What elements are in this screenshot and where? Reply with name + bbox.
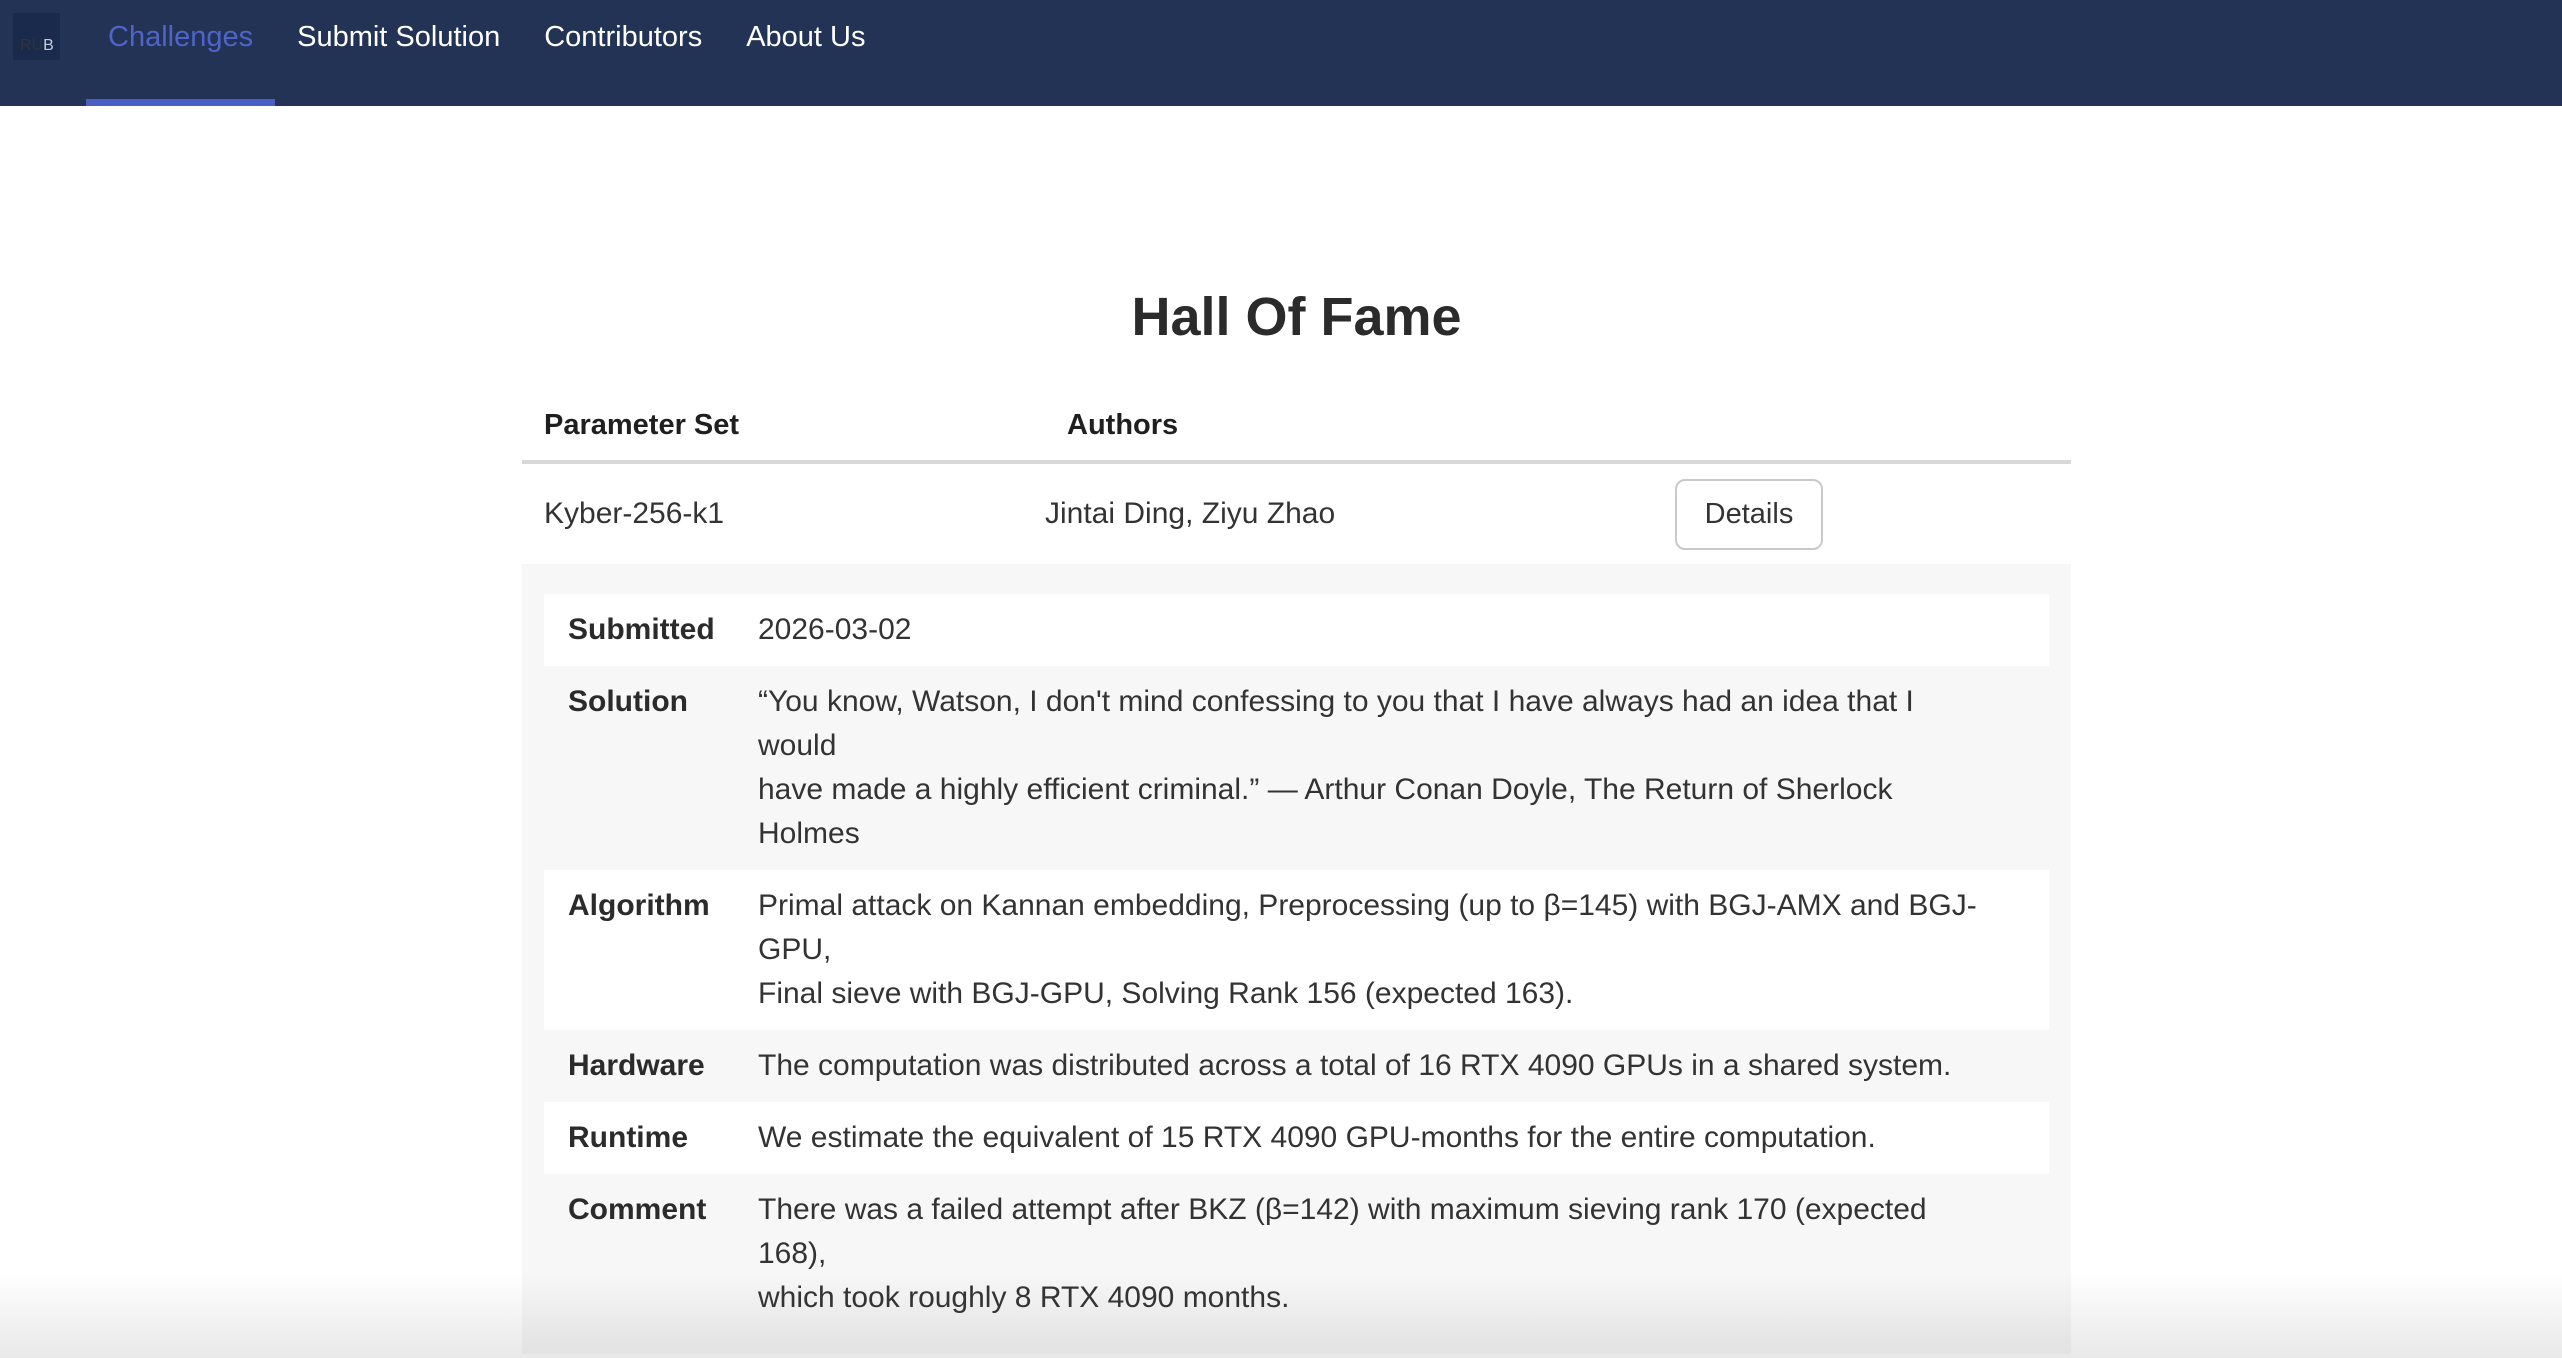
detail-row-runtime: Runtime We estimate the equivalent of 15… (544, 1102, 2049, 1174)
column-header-parameter-set: Parameter Set (522, 408, 1045, 462)
nav-tab-label: Submit Solution (297, 21, 500, 53)
table-row-kyber-208-k13: Kyber-208-k13 Jintai Ding, Ziyu Zhao Det… (522, 1354, 2071, 1358)
nav-tab-label: About Us (746, 21, 865, 53)
detail-value: 2026-03-02 (758, 608, 971, 652)
nav-tab-challenges[interactable]: Challenges (86, 14, 275, 106)
top-navigation-bar: RUB Challenges Submit Solution Contribut… (0, 0, 2562, 106)
detail-value: Primal attack on Kannan embedding, Prepr… (758, 884, 2049, 1016)
detail-row-comment: Comment There was a failed attempt after… (544, 1174, 2049, 1334)
detail-label: Submitted (568, 608, 758, 652)
rub-logo-text-light: B (43, 37, 54, 55)
nav-tab-contributors[interactable]: Contributors (522, 14, 724, 106)
details-button-kyber-256-k1[interactable]: Details (1675, 479, 1823, 550)
table-header-row: Parameter Set Authors (522, 408, 2071, 462)
parameter-set-cell: Kyber-208-k13 (522, 1354, 1045, 1358)
nav-tab-submit-solution[interactable]: Submit Solution (275, 14, 522, 106)
column-header-actions (1675, 408, 2071, 462)
detail-label: Solution (568, 680, 758, 856)
page-title: Hall Of Fame (522, 288, 2071, 346)
authors-cell: Jintai Ding, Ziyu Zhao (1045, 462, 1675, 564)
nav-tab-label: Challenges (108, 21, 253, 53)
detail-row-solution: Solution “You know, Watson, I don't mind… (544, 666, 2049, 870)
detail-label: Runtime (568, 1116, 758, 1160)
table-row-kyber-256-k1: Kyber-256-k1 Jintai Ding, Ziyu Zhao Deta… (522, 462, 2071, 564)
actions-cell: Details (1675, 1354, 2071, 1358)
detail-label: Hardware (568, 1044, 758, 1088)
parameter-set-cell: Kyber-256-k1 (522, 462, 1045, 564)
detail-value: The computation was distributed across a… (758, 1044, 2011, 1088)
detail-value: “You know, Watson, I don't mind confessi… (758, 680, 2049, 856)
hall-of-fame-table: Parameter Set Authors Kyber-256-k1 Jinta… (522, 408, 2071, 1358)
detail-label: Comment (568, 1188, 758, 1320)
column-header-authors: Authors (1045, 408, 1675, 462)
rub-logo-text-strong: RU (20, 37, 43, 55)
detail-value: We estimate the equivalent of 15 RTX 409… (758, 1116, 1936, 1160)
detail-row-hardware: Hardware The computation was distributed… (544, 1030, 2049, 1102)
nav-tab-label: Contributors (544, 21, 702, 53)
detail-row-algorithm: Algorithm Primal attack on Kannan embedd… (544, 870, 2049, 1030)
nav-tab-about-us[interactable]: About Us (724, 14, 887, 106)
detail-row-submitted: Submitted 2026-03-02 (544, 594, 2049, 666)
details-panel: Submitted 2026-03-02 Solution “You know,… (522, 564, 2071, 1354)
detail-label: Algorithm (568, 884, 758, 1016)
main-content: Hall Of Fame Parameter Set Authors Kyber… (522, 106, 2071, 1358)
detail-value: There was a failed attempt after BKZ (β=… (758, 1188, 2049, 1320)
rub-logo[interactable]: RUB (13, 13, 60, 60)
details-panel-row: Submitted 2026-03-02 Solution “You know,… (522, 564, 2071, 1354)
authors-cell: Jintai Ding, Ziyu Zhao (1045, 1354, 1675, 1358)
actions-cell: Details (1675, 462, 2071, 564)
